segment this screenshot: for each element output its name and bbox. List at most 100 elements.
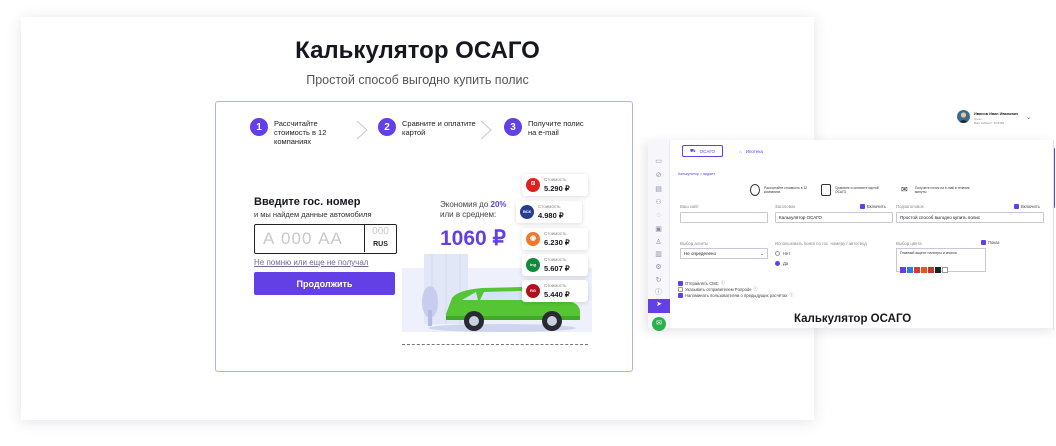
vsk-logo-icon: ВСК bbox=[520, 205, 534, 219]
divider bbox=[1053, 140, 1054, 330]
chevron-right-icon bbox=[356, 120, 368, 140]
plate-subtitle: и мы найдем данные автомобиля bbox=[254, 210, 372, 219]
insurer-card[interactable]: RG Стоимость 5.440 ₽ bbox=[522, 280, 588, 302]
insurer-price-label: Стоимость bbox=[544, 177, 567, 182]
car-icon: ⛟ bbox=[690, 147, 696, 153]
agency-label: Выбор агенты bbox=[680, 241, 709, 246]
color-swatch[interactable] bbox=[900, 267, 906, 273]
insurer-price-label: Стоимость bbox=[544, 257, 567, 262]
color-swatch[interactable] bbox=[907, 267, 913, 273]
page-subtitle: Простой способ выгодно купить полис bbox=[306, 73, 529, 87]
insurer-price: 5.290 ₽ bbox=[544, 184, 570, 193]
insurer-card[interactable]: ВСК Стоимость 4.980 ₽ bbox=[516, 201, 582, 223]
renins-logo-icon: ◉ bbox=[526, 232, 540, 246]
plate-region-field[interactable]: 000 RUS bbox=[364, 225, 396, 252]
chat-icon[interactable]: ✉ bbox=[652, 317, 666, 331]
folder-icon[interactable]: ▤ bbox=[653, 184, 664, 195]
users-icon[interactable]: ⚇ bbox=[653, 197, 664, 208]
economy-average-label: или в среднем: bbox=[440, 210, 497, 219]
divider bbox=[402, 344, 588, 345]
checkbox-icon bbox=[678, 286, 683, 292]
shield-icon[interactable]: ◌ bbox=[653, 210, 664, 221]
insurer-price: 6.230 ₽ bbox=[544, 238, 570, 247]
color-swatch[interactable] bbox=[914, 267, 920, 273]
subtitle-input[interactable]: Простой способ выгодно купить полис bbox=[896, 212, 1044, 223]
plate-number-input[interactable]: А 000 АА 000 RUS bbox=[254, 224, 397, 254]
color-picker[interactable]: Главный акцент палитры и кнопок bbox=[896, 248, 986, 273]
home-icon[interactable]: ▭ bbox=[653, 156, 664, 167]
plate-number-placeholder: А 000 АА bbox=[263, 229, 343, 248]
insurer-price: 5.440 ₽ bbox=[544, 290, 570, 299]
insurer-card[interactable]: ◉ Стоимость 6.230 ₽ bbox=[522, 228, 588, 250]
insurer-price: 5.607 ₽ bbox=[544, 264, 570, 273]
step-3: 3 Получите полис на e-mail bbox=[504, 118, 588, 137]
archive-icon[interactable]: ▣ bbox=[653, 224, 664, 235]
color-swatches bbox=[900, 260, 949, 278]
step-text: Сравните и оплатите картой bbox=[402, 119, 476, 137]
chevron-down-icon: ⌄ bbox=[760, 251, 764, 256]
continue-button[interactable]: Продолжить bbox=[254, 272, 395, 295]
site-label: Ваш сайт bbox=[680, 204, 699, 209]
step-1: 1 Рассчитайте стоимость в 12 компаниях bbox=[250, 118, 354, 146]
step-text: Получите полис на e-mail bbox=[528, 119, 584, 137]
admin-sidebar: ▭ ⊘ ▤ ⚇ ◌ ▣ ♙ ▥ ⚙ ↻ ⓘ ➤ ✉ bbox=[648, 140, 670, 331]
subtitle-toggle[interactable]: Включить bbox=[1014, 204, 1040, 209]
admin-step-text: Сравните и оплатите картой ОСАГО bbox=[835, 186, 879, 194]
calculator-widget: 1 Рассчитайте стоимость в 12 компаниях 2… bbox=[215, 101, 633, 372]
tab-label: ОСАГО bbox=[699, 148, 716, 154]
admin-step: ✉ Получите полис на e-mail в течение мин… bbox=[901, 184, 975, 196]
color-swatch[interactable] bbox=[928, 267, 934, 273]
agency-select[interactable]: Не определено ⌄ bbox=[680, 248, 768, 259]
admin-step-text: Рассчитайте стоимость в 12 компаниях bbox=[764, 186, 808, 194]
color-swatch[interactable] bbox=[935, 267, 941, 273]
color-toggle[interactable]: Показ bbox=[981, 240, 999, 245]
economy-text: Экономия до 20% или в среднем: bbox=[440, 200, 507, 220]
plate-region-placeholder: 000 bbox=[372, 226, 389, 237]
checkbox-icon bbox=[860, 204, 865, 209]
calculator-icon[interactable]: ▥ bbox=[653, 249, 664, 260]
step-text: Рассчитайте стоимость в 12 компаниях bbox=[274, 119, 327, 146]
checkbox-icon bbox=[678, 292, 683, 298]
check-icon[interactable]: ⊘ bbox=[653, 170, 664, 181]
user-icon[interactable]: ♙ bbox=[653, 237, 664, 248]
insurer-price: 4.980 ₽ bbox=[538, 211, 564, 220]
alfa-logo-icon: α bbox=[526, 178, 540, 192]
telegram-icon[interactable]: ➤ bbox=[648, 299, 670, 313]
step-number: 2 bbox=[378, 118, 396, 136]
avatar[interactable] bbox=[957, 110, 970, 123]
refresh-icon[interactable]: ↻ bbox=[653, 275, 664, 286]
insurer-card[interactable]: α Стоимость 5.290 ₽ bbox=[522, 174, 588, 196]
step-number: 3 bbox=[504, 118, 522, 136]
color-swatch[interactable] bbox=[921, 267, 927, 273]
plate-search-label: Использовать поиск по гос. номеру / авто… bbox=[775, 241, 867, 246]
tab-mortgage[interactable]: ⌂ Ипотека bbox=[731, 145, 771, 157]
admin-settings-panel: ▭ ⊘ ▤ ⚇ ◌ ▣ ♙ ▥ ⚙ ↻ ⓘ ➤ ✉ ⛟ ОСАГО ⌂ Ипот… bbox=[648, 140, 1056, 331]
title-input[interactable]: Калькулятор ОСАГО bbox=[775, 212, 893, 223]
chevron-down-icon[interactable]: ⌄ bbox=[1026, 114, 1031, 121]
settings-icon[interactable]: ⚙ bbox=[653, 262, 664, 273]
step-2: 2 Сравните и оплатите картой bbox=[378, 118, 482, 137]
info-icon[interactable]: ⓘ bbox=[653, 287, 664, 298]
user-name: Иванов Иван Иванович bbox=[974, 112, 1019, 116]
admin-user-header: Иванов Иван Иванович Агент Ваш кабинет: … bbox=[933, 104, 1056, 140]
radio-no[interactable]: Нет bbox=[775, 251, 790, 256]
color-hint: Главный акцент палитры и кнопок bbox=[900, 251, 957, 255]
site-input[interactable] bbox=[680, 212, 768, 223]
insurer-card[interactable]: Ing Стоимость 5.607 ₽ bbox=[522, 254, 588, 276]
tab-osago[interactable]: ⛟ ОСАГО bbox=[682, 145, 724, 157]
breadcrumb[interactable]: Калькулятор > виджет bbox=[678, 172, 715, 176]
admin-step: Рассчитайте стоимость в 12 компаниях bbox=[750, 184, 812, 196]
color-swatch[interactable] bbox=[942, 267, 948, 273]
checkbox-icon bbox=[678, 280, 683, 286]
radio-yes[interactable]: Да bbox=[775, 261, 788, 266]
title-toggle[interactable]: Включить bbox=[860, 204, 886, 209]
admin-caption: Калькулятор ОСАГО bbox=[794, 313, 912, 325]
step-number: 1 bbox=[250, 118, 268, 136]
user-id: Ваш кабинет: ID 8436 bbox=[974, 121, 1005, 125]
admin-step-text: Получите полис на e-mail в течение минут… bbox=[915, 186, 970, 194]
chevron-right-icon bbox=[480, 120, 492, 140]
economy-amount: 1060 ₽ bbox=[440, 227, 506, 250]
forgot-number-link[interactable]: Не помню или еще не получал bbox=[254, 258, 368, 267]
plate-title: Введите гос. номер bbox=[254, 196, 361, 208]
remind-checkbox[interactable]: Напоминать пользователям о предыдущих ра… bbox=[678, 292, 794, 298]
